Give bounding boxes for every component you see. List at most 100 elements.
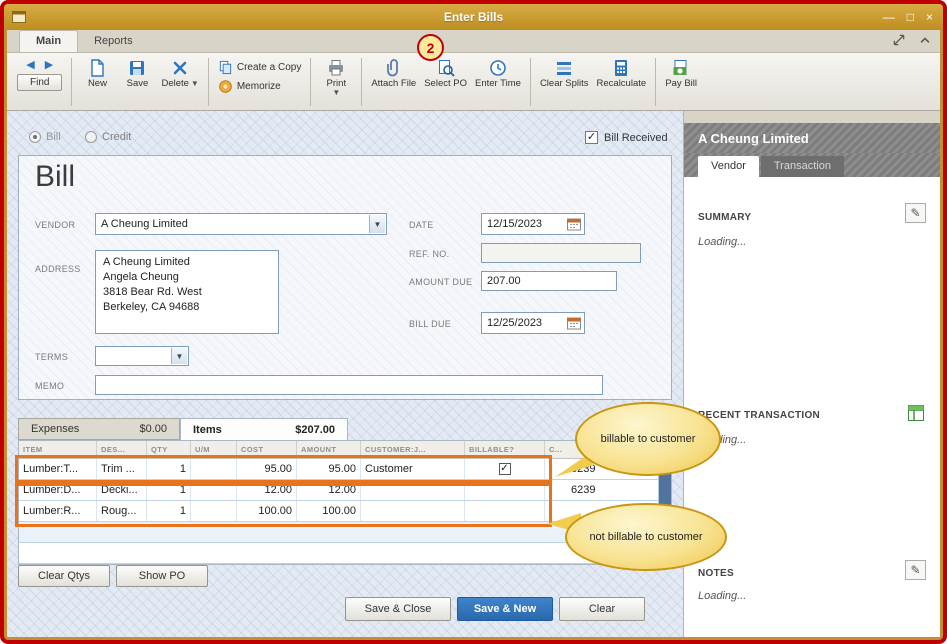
callout-not-billable-text: not billable to customer <box>589 530 703 543</box>
vendor-value: A Cheung Limited <box>101 218 188 230</box>
edit-summary-pencil-icon[interactable]: ✎ <box>905 203 926 223</box>
delete-dropdown-icon[interactable]: ▼ <box>191 79 199 88</box>
cell-um[interactable] <box>191 459 237 479</box>
tab-items[interactable]: Items $207.00 <box>180 418 348 440</box>
expand-window-icon[interactable] <box>892 33 906 47</box>
toolbar-separator <box>655 58 657 106</box>
cell-um[interactable] <box>191 501 237 521</box>
save-button[interactable]: Save <box>117 56 157 108</box>
table-row[interactable]: Lumber:D... Decki... 1 12.00 12.00 6239 <box>19 480 671 501</box>
find-button[interactable]: Find <box>17 74 63 91</box>
bill-radio-circle[interactable] <box>29 131 41 143</box>
attach-file-button[interactable]: Attach File <box>367 56 420 108</box>
cell-qty[interactable]: 1 <box>147 501 191 521</box>
credit-radio-label: Credit <box>102 131 132 143</box>
new-label: New <box>87 78 107 89</box>
cell-class[interactable]: 6239 <box>545 480 671 500</box>
clear-button[interactable]: Clear <box>559 597 645 621</box>
forward-arrow-icon[interactable]: ▶ <box>45 58 53 71</box>
paperclip-icon <box>386 59 398 77</box>
recalculate-label: Recalculate <box>596 78 647 89</box>
close-button[interactable]: × <box>926 11 933 23</box>
side-panel-tabs: Vendor Transaction <box>684 153 940 177</box>
calendar-icon[interactable] <box>567 218 581 231</box>
date-field[interactable]: 12/15/2023 <box>481 213 585 235</box>
notes-loading-text: Loading... <box>698 590 747 602</box>
tab-vendor[interactable]: Vendor <box>698 156 759 177</box>
collapse-ribbon-icon[interactable] <box>918 33 932 47</box>
print-dropdown-icon[interactable]: ▼ <box>332 88 340 97</box>
delete-button[interactable]: Delete ▼ <box>157 56 202 108</box>
create-copy-button[interactable]: Create a Copy <box>218 60 301 75</box>
cell-customer-job[interactable] <box>361 480 465 500</box>
bill-received-checkbox-box[interactable]: ✓ <box>585 131 598 144</box>
cell-billable[interactable] <box>465 501 545 521</box>
cell-qty[interactable]: 1 <box>147 459 191 479</box>
credit-radio[interactable]: Credit <box>85 131 131 143</box>
titlebar[interactable]: Enter Bills — □ × <box>4 4 943 30</box>
cell-amount[interactable]: 12.00 <box>297 480 361 500</box>
col-description: DES... <box>97 441 147 458</box>
tab-main[interactable]: Main <box>19 30 79 52</box>
amount-due-field[interactable]: 207.00 <box>481 271 617 291</box>
tab-expenses[interactable]: Expenses $0.00 <box>18 418 180 440</box>
clear-qtys-button[interactable]: Clear Qtys <box>18 565 110 587</box>
cell-item[interactable]: Lumber:D... <box>19 480 97 500</box>
cell-amount[interactable]: 100.00 <box>297 501 361 521</box>
cell-amount[interactable]: 95.00 <box>297 459 361 479</box>
calendar-icon[interactable] <box>567 317 581 330</box>
bill-credit-row: Bill Credit ✓ Bill Received <box>7 131 683 149</box>
terms-combobox[interactable]: ▼ <box>95 346 189 366</box>
vendor-combobox[interactable]: A Cheung Limited ▼ <box>95 213 387 235</box>
recent-transaction-report-icon[interactable] <box>906 403 926 423</box>
cell-customer-job[interactable]: Customer <box>361 459 465 479</box>
bill-due-field[interactable]: 12/25/2023 <box>481 312 585 334</box>
cell-billable[interactable]: ✓ <box>465 459 545 479</box>
date-value: 12/15/2023 <box>487 218 543 230</box>
recalculate-button[interactable]: Recalculate <box>593 56 651 108</box>
memorize-button[interactable]: Memorize <box>218 79 301 94</box>
cell-cost[interactable]: 12.00 <box>237 480 297 500</box>
pay-bill-button[interactable]: Pay Bill <box>661 56 701 108</box>
tab-reports[interactable]: Reports <box>78 31 149 52</box>
cell-cost[interactable]: 95.00 <box>237 459 297 479</box>
bill-due-value: 12/25/2023 <box>487 317 543 329</box>
save-close-button[interactable]: Save & Close <box>345 597 451 621</box>
new-button[interactable]: New <box>77 56 117 108</box>
cell-item[interactable]: Lumber:T... <box>19 459 97 479</box>
cell-qty[interactable]: 1 <box>147 480 191 500</box>
bill-received-checkbox[interactable]: ✓ Bill Received <box>585 131 668 144</box>
cell-description[interactable]: Trim ... <box>97 459 147 479</box>
address-box[interactable]: A Cheung Limited Angela Cheung 3818 Bear… <box>95 250 279 334</box>
terms-dropdown-icon[interactable]: ▼ <box>171 348 187 364</box>
side-panel-body: SUMMARY ✎ Loading... RECENT TRANSACTION … <box>684 177 940 637</box>
vendor-dropdown-icon[interactable]: ▼ <box>369 215 385 233</box>
minimize-button[interactable]: — <box>883 11 895 23</box>
amount-due-label: AMOUNT DUE <box>409 277 473 287</box>
ref-no-label: REF. NO. <box>409 249 450 259</box>
tab-transaction[interactable]: Transaction <box>760 156 844 177</box>
back-arrow-icon[interactable]: ◀ <box>26 58 34 71</box>
billable-checkbox[interactable]: ✓ <box>498 463 511 475</box>
print-button[interactable]: Print ▼ <box>316 56 356 108</box>
cell-um[interactable] <box>191 480 237 500</box>
cell-customer-job[interactable] <box>361 501 465 521</box>
memo-field[interactable] <box>95 375 603 395</box>
clear-splits-button[interactable]: Clear Splits <box>536 56 593 108</box>
cell-description[interactable]: Roug... <box>97 501 147 521</box>
credit-radio-circle[interactable] <box>85 131 97 143</box>
cell-item[interactable]: Lumber:R... <box>19 501 97 521</box>
select-po-button[interactable]: Select PO <box>420 56 471 108</box>
cell-cost[interactable]: 100.00 <box>237 501 297 521</box>
edit-notes-pencil-icon[interactable]: ✎ <box>905 560 926 580</box>
cell-billable[interactable] <box>465 480 545 500</box>
cell-description[interactable]: Decki... <box>97 480 147 500</box>
maximize-button[interactable]: □ <box>907 11 914 23</box>
save-new-button[interactable]: Save & New <box>457 597 553 621</box>
ribbon-tabbar: Main Reports <box>7 30 940 53</box>
show-po-button[interactable]: Show PO <box>116 565 208 587</box>
ref-no-field[interactable] <box>481 243 641 263</box>
bill-radio[interactable]: Bill <box>29 131 61 143</box>
bill-due-label: BILL DUE <box>409 319 452 329</box>
enter-time-button[interactable]: Enter Time <box>471 56 525 108</box>
